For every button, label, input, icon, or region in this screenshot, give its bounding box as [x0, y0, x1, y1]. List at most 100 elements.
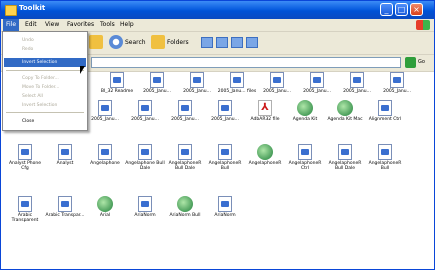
- file-label: Arabic Transparent: [11, 213, 39, 223]
- file-item[interactable]: AngelaphoneR Bull: [205, 144, 245, 171]
- file-item[interactable]: 2005_Janu...: [85, 100, 125, 122]
- menu-item-select-all[interactable]: Select All: [4, 92, 86, 101]
- file-item[interactable]: AngelaphoneR Bull Dale: [325, 144, 365, 171]
- file-item[interactable]: 2005_Janu...: [205, 100, 245, 122]
- file-label: 2005_Janu... files: [217, 89, 257, 94]
- file-label: AngelaphoneR Bull: [208, 161, 242, 171]
- document-icon: [178, 144, 192, 160]
- menu-item-close[interactable]: Close: [4, 117, 86, 126]
- web-page-icon: [337, 100, 353, 116]
- document-icon: [58, 196, 72, 212]
- file-label: Alignment Ctrl: [368, 117, 402, 122]
- menu-edit[interactable]: Edit: [25, 21, 37, 28]
- file-item[interactable]: Agenda Kit: [285, 100, 325, 122]
- title-bar[interactable]: Toolkit _ □ ×: [1, 1, 434, 19]
- document-icon: [218, 196, 232, 212]
- file-item[interactable]: Arabic Transpar...: [45, 196, 85, 218]
- file-label: AriaNorm: [214, 213, 236, 218]
- menu-separator: [6, 112, 84, 113]
- file-label: Arial: [99, 213, 111, 218]
- menu-separator: [6, 70, 84, 71]
- menu-file[interactable]: File: [3, 19, 20, 31]
- file-item[interactable]: 2005_Janu...: [297, 72, 337, 94]
- windows-logo-icon: [416, 20, 430, 30]
- file-label: Analyst Phone Cfg: [8, 161, 42, 171]
- file-item[interactable]: 2005_Janu...: [177, 72, 217, 94]
- file-item[interactable]: AngelaphoneR Bull Dale: [165, 144, 205, 171]
- document-icon: [378, 100, 392, 116]
- document-icon: [378, 144, 392, 160]
- file-item[interactable]: Alignment Ctrl: [365, 100, 405, 122]
- file-label: Agenda Kit: [292, 117, 318, 122]
- menu-help[interactable]: Help: [120, 21, 134, 28]
- menu-item-undo[interactable]: Undo: [4, 36, 86, 45]
- mouse-cursor-icon: [80, 66, 85, 74]
- menu-item-move-to-folder[interactable]: Move To Folder...: [4, 83, 86, 92]
- document-icon: [230, 72, 244, 88]
- document-icon: [138, 144, 152, 160]
- file-label: 2005_Janu...: [383, 89, 411, 94]
- file-label: Agenda Kit Mac: [327, 117, 363, 122]
- file-item[interactable]: Agenda Kit Mac: [325, 100, 365, 122]
- menu-item-copy-to-folder[interactable]: Copy To Folder...: [4, 74, 86, 83]
- file-label: AngelaphoneR Bull: [368, 161, 402, 171]
- file-label: 2005_Janu...: [91, 117, 119, 122]
- menu-item-redo[interactable]: Redo: [4, 45, 86, 54]
- view-thumbnails-button[interactable]: [216, 37, 228, 48]
- file-item[interactable]: AngelaphoneR: [245, 144, 285, 166]
- file-item[interactable]: 2005_Janu...: [377, 72, 417, 94]
- file-item[interactable]: Angelaphone: [85, 144, 125, 166]
- menu-view[interactable]: View: [45, 21, 59, 28]
- file-item[interactable]: Arial: [85, 196, 125, 218]
- document-icon: [98, 100, 112, 116]
- document-icon: [18, 196, 32, 212]
- file-item[interactable]: Analyst: [45, 144, 85, 166]
- menu-favorites[interactable]: Favorites: [67, 21, 94, 28]
- folders-label: Folders: [167, 38, 189, 46]
- file-item[interactable]: AriaNorm Bull: [165, 196, 205, 218]
- view-details-button[interactable]: [246, 37, 258, 48]
- file-item[interactable]: AngelaphoneR Ctrl: [285, 144, 325, 171]
- file-item[interactable]: ⅄ AdbAR32 file: [245, 100, 285, 122]
- file-item[interactable]: 2005_Janu...: [165, 100, 205, 122]
- file-item[interactable]: AriaNorm: [205, 196, 245, 218]
- go-button[interactable]: Go: [418, 59, 425, 65]
- file-item[interactable]: Angelaphone Bull Dale: [125, 144, 165, 171]
- address-input[interactable]: [91, 57, 401, 68]
- window-title: Toolkit: [19, 4, 46, 12]
- up-folder-button[interactable]: [89, 35, 103, 49]
- menu-item-invert-selection-2[interactable]: Invert Selection: [4, 101, 86, 110]
- document-icon: [138, 100, 152, 116]
- document-icon: [178, 100, 192, 116]
- maximize-button[interactable]: □: [395, 3, 408, 16]
- explorer-window: Toolkit _ □ × File Edit View Favorites T…: [0, 0, 435, 270]
- file-item[interactable]: 2005_Janu...: [257, 72, 297, 94]
- search-button[interactable]: Search: [109, 35, 146, 49]
- document-icon: [218, 144, 232, 160]
- file-item[interactable]: Analyst Phone Cfg: [5, 144, 45, 171]
- view-list-button[interactable]: [231, 37, 243, 48]
- close-button[interactable]: ×: [410, 3, 423, 16]
- document-icon: [150, 72, 164, 88]
- views-button[interactable]: [201, 37, 213, 48]
- file-label: 2005_Janu...: [343, 89, 371, 94]
- file-item[interactable]: BI_32 Readme: [97, 72, 137, 94]
- file-item[interactable]: 2005_Janu...: [137, 72, 177, 94]
- file-label: AriaNorm: [134, 213, 156, 218]
- search-icon: [109, 35, 123, 49]
- file-item[interactable]: 2005_Janu...: [337, 72, 377, 94]
- file-label: 2005_Janu...: [263, 89, 291, 94]
- document-icon: [98, 144, 112, 160]
- file-item[interactable]: AngelaphoneR Bull: [365, 144, 405, 171]
- menu-item-invert-selection[interactable]: Invert Selection: [4, 58, 86, 67]
- go-arrow-icon[interactable]: [405, 57, 416, 68]
- file-item[interactable]: Arabic Transparent: [5, 196, 45, 223]
- file-item[interactable]: AriaNorm: [125, 196, 165, 218]
- document-icon: [310, 72, 324, 88]
- file-label: 2005_Janu...: [143, 89, 171, 94]
- file-item[interactable]: 2005_Janu...: [125, 100, 165, 122]
- folders-button[interactable]: Folders: [151, 35, 189, 49]
- menu-tools[interactable]: Tools: [100, 21, 115, 28]
- file-item[interactable]: 2005_Janu... files: [217, 72, 257, 94]
- minimize-button[interactable]: _: [380, 3, 393, 16]
